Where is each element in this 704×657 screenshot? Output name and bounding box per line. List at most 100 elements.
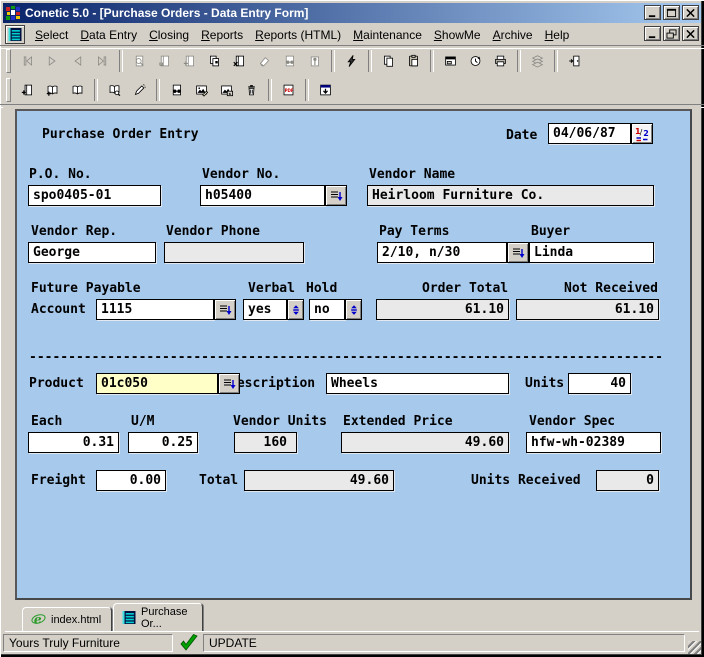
um-label: U/M xyxy=(131,414,154,429)
toolbar-grip[interactable] xyxy=(6,49,11,73)
pdf-button[interactable]: PDF xyxy=(276,78,301,102)
purchase-order-form: Purchase Order Entry Date 04/06/87 1 / 2… xyxy=(15,109,692,600)
verbal-field[interactable]: yes xyxy=(243,299,287,320)
date-field[interactable]: 04/06/87 xyxy=(548,123,631,144)
account-lookup-button[interactable] xyxy=(214,299,236,320)
company-status-panel: Yours Truly Furniture xyxy=(3,634,173,652)
product-field[interactable]: 01c050 xyxy=(96,373,218,394)
export-window-button[interactable] xyxy=(313,78,338,102)
vendor-spec-label: Vendor Spec xyxy=(529,414,615,429)
paste-button[interactable] xyxy=(401,49,426,73)
description-label: Description xyxy=(229,376,315,391)
maximize-button[interactable] xyxy=(663,5,680,20)
copy-button[interactable] xyxy=(376,49,401,73)
mdi-restore-button[interactable] xyxy=(663,26,680,41)
units-received-label: Units Received xyxy=(471,473,581,488)
vendor-no-lookup-button[interactable] xyxy=(325,185,347,206)
mdi-client-area: Purchase Order Entry Date 04/06/87 1 / 2… xyxy=(3,106,701,632)
menu-item-data-entry[interactable]: Data Entry xyxy=(74,26,143,44)
trash-button[interactable] xyxy=(239,78,264,102)
resize-grip[interactable] xyxy=(688,641,701,654)
history-button[interactable] xyxy=(463,49,488,73)
find-image-button[interactable] xyxy=(164,78,189,102)
mdi-close-button[interactable] xyxy=(682,26,699,41)
zoom-page-button xyxy=(127,49,152,73)
vendor-units-label: Vendor Units xyxy=(233,414,327,429)
print-button[interactable] xyxy=(488,49,513,73)
hold-spinner[interactable] xyxy=(345,299,362,320)
tab-index-html[interactable]: e index.html xyxy=(22,607,112,631)
lightning-button[interactable] xyxy=(339,49,364,73)
not-received-label: Not Received xyxy=(564,281,658,296)
toolbar-separator xyxy=(268,79,272,101)
menu-item-closing[interactable]: Closing xyxy=(143,26,195,44)
order-total-field: 61.10 xyxy=(376,299,509,320)
vendor-spec-field[interactable]: hfw-wh-02389 xyxy=(526,432,661,453)
total-field: 49.60 xyxy=(244,470,394,491)
lookup-icon xyxy=(328,188,344,204)
extended-price-label: Extended Price xyxy=(343,414,453,429)
menu-item-help[interactable]: Help xyxy=(539,26,576,44)
form-icon[interactable] xyxy=(5,25,25,44)
pen-button[interactable] xyxy=(127,78,152,102)
find-record-button xyxy=(277,49,302,73)
book-add-button[interactable] xyxy=(15,78,40,102)
product-lookup-button[interactable] xyxy=(218,373,240,394)
date-picker-button[interactable]: 1 / 2 xyxy=(631,123,653,144)
toolbar-separator xyxy=(305,79,309,101)
menu-item-showme[interactable]: ShowMe xyxy=(428,26,487,44)
po-no-field[interactable]: spo0405-01 xyxy=(28,185,161,206)
vendor-phone-label: Vendor Phone xyxy=(166,224,260,239)
vendor-no-field[interactable]: h05400 xyxy=(200,185,325,206)
toolbar-separator xyxy=(430,50,434,72)
extended-price-field: 49.60 xyxy=(341,432,509,453)
menu-item-archive[interactable]: Archive xyxy=(487,26,539,44)
menu-item-select[interactable]: Select xyxy=(29,26,74,44)
toolbar-separator xyxy=(331,50,335,72)
account-field[interactable]: 1115 xyxy=(96,299,214,320)
pay-terms-field[interactable]: 2/10, n/30 xyxy=(377,242,507,263)
hold-field[interactable]: no xyxy=(309,299,345,320)
green-check-icon xyxy=(179,634,199,652)
internet-explorer-icon: e xyxy=(31,612,46,627)
lookup-icon xyxy=(221,376,237,392)
vendor-rep-field[interactable]: George xyxy=(28,242,156,263)
menu-item-reports-html[interactable]: Reports (HTML) xyxy=(249,26,347,44)
close-button[interactable] xyxy=(682,5,699,20)
toolbar-main: u xyxy=(4,47,587,75)
eraser-button xyxy=(252,49,277,73)
units-field[interactable]: 40 xyxy=(568,373,631,394)
toolbar-separator xyxy=(368,50,372,72)
description-field[interactable]: Wheels xyxy=(326,373,509,394)
menu-bar: Select Data Entry Closing Reports Report… xyxy=(3,24,701,45)
each-field[interactable]: 0.31 xyxy=(28,432,119,453)
image-export-button[interactable]: s xyxy=(214,78,239,102)
menu-item-reports[interactable]: Reports xyxy=(195,26,249,44)
title-bar: Conetic 5.0 - [Purchase Orders - Data En… xyxy=(3,3,701,23)
verbal-spinner[interactable] xyxy=(287,299,304,320)
toolbar-separator xyxy=(517,50,521,72)
form-window-button[interactable] xyxy=(438,49,463,73)
book-delete-button[interactable] xyxy=(227,49,252,73)
minimize-button[interactable] xyxy=(644,5,661,20)
buyer-field[interactable]: Linda xyxy=(529,242,654,263)
toolbar-grip[interactable] xyxy=(6,78,11,102)
book-open-add-button[interactable] xyxy=(40,78,65,102)
mdi-minimize-button[interactable] xyxy=(644,26,661,41)
tab-purchase-orders[interactable]: Purchase Or... xyxy=(113,603,203,631)
vendor-rep-label: Vendor Rep. xyxy=(31,224,117,239)
freight-field[interactable]: 0.00 xyxy=(96,470,166,491)
hold-label: Hold xyxy=(306,281,337,296)
pay-terms-lookup-button[interactable] xyxy=(507,242,529,263)
copy-record-button[interactable] xyxy=(202,49,227,73)
book-open-find-button[interactable] xyxy=(102,78,127,102)
app-icon xyxy=(5,5,21,21)
exit-button[interactable] xyxy=(562,49,587,73)
menu-item-maintenance[interactable]: Maintenance xyxy=(347,26,428,44)
date-label: Date xyxy=(506,128,537,143)
svg-text:u: u xyxy=(159,60,164,68)
image-edit-button[interactable] xyxy=(189,78,214,102)
svg-text:2: 2 xyxy=(643,129,649,138)
um-field[interactable]: 0.25 xyxy=(128,432,198,453)
book-open-button[interactable] xyxy=(65,78,90,102)
